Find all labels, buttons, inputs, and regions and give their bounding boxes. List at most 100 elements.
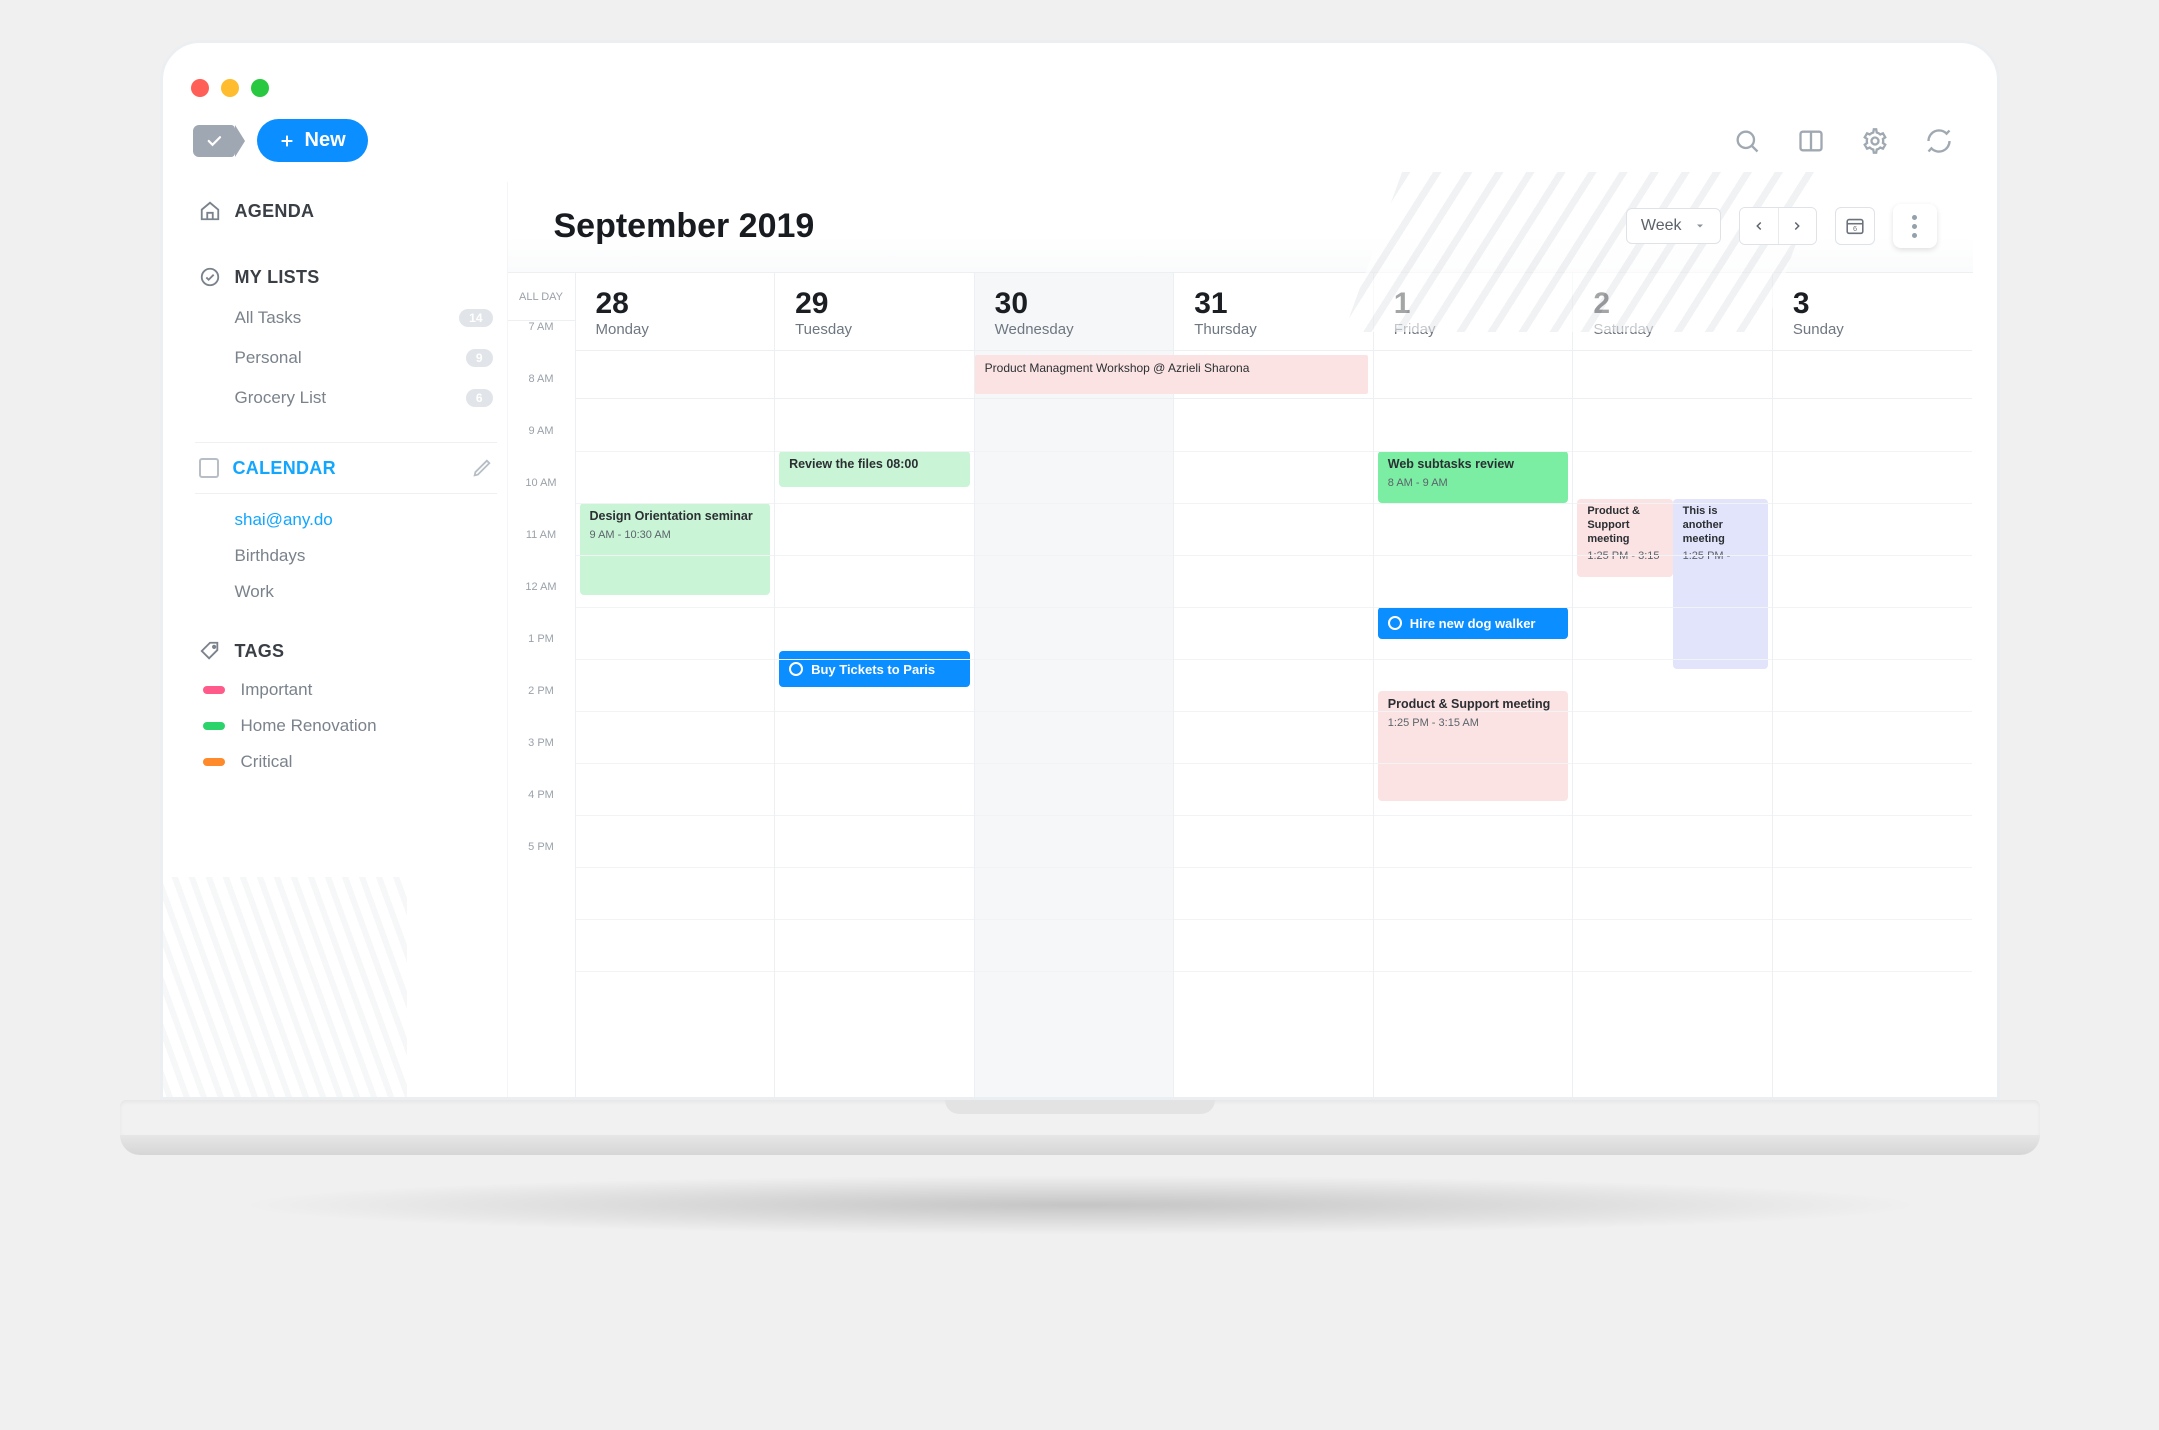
day-body[interactable]: [1773, 399, 1973, 1097]
day-column-wed[interactable]: 30 Wednesday Product Managment Workshop …: [975, 273, 1175, 1097]
day-header: 3 Sunday: [1773, 273, 1973, 351]
task-buy-tickets[interactable]: Buy Tickets to Paris: [779, 651, 970, 687]
kebab-icon: [1912, 215, 1917, 238]
view-selector[interactable]: Week: [1626, 208, 1721, 244]
day-column-tue[interactable]: 29 Tuesday Review the files 08:00: [775, 273, 975, 1097]
day-of-week: Friday: [1394, 321, 1553, 338]
new-button-label: New: [305, 129, 346, 152]
event-title: Web subtasks review: [1388, 457, 1561, 473]
sidebar-item-all-tasks[interactable]: All Tasks 14: [195, 298, 497, 338]
list-count-badge: 6: [466, 389, 493, 407]
sidebar-account[interactable]: shai@any.do: [235, 510, 497, 530]
top-toolbar: New: [187, 113, 1973, 182]
app-logo-icon[interactable]: [193, 125, 235, 157]
maximize-window-button[interactable]: [251, 79, 269, 97]
day-of-week: Saturday: [1593, 321, 1752, 338]
event-title: Design Orientation seminar: [590, 509, 763, 525]
allday-cell[interactable]: [1174, 351, 1373, 399]
day-body[interactable]: Design Orientation seminar 9 AM - 10:30 …: [576, 399, 775, 1097]
event-title: Hire new dog walker: [1410, 616, 1536, 631]
more-options-button[interactable]: [1893, 204, 1937, 248]
allday-cell[interactable]: Product Managment Workshop @ Azrieli Sha…: [975, 351, 1174, 399]
panels-icon[interactable]: [1797, 127, 1825, 155]
time-gutter: ALL DAY 7 AM 8 AM 9 AM 10 AM 11 AM 12 AM…: [508, 273, 576, 1097]
allday-cell[interactable]: [1374, 351, 1573, 399]
event-time: 8 AM - 9 AM: [1388, 477, 1561, 489]
next-week-button[interactable]: [1778, 208, 1816, 244]
event-time: 1:25 PM -: [1683, 550, 1760, 562]
app-window: New AGENDA: [187, 67, 1973, 1097]
sync-icon[interactable]: [1925, 127, 1953, 155]
day-header: 30 Wednesday: [975, 273, 1174, 351]
tag-home-renovation[interactable]: Home Renovation: [195, 708, 497, 744]
sidebar-item-grocery[interactable]: Grocery List 6: [195, 378, 497, 418]
pencil-icon[interactable]: [471, 457, 493, 479]
sidebar-mylists[interactable]: MY LISTS: [195, 256, 497, 298]
sidebar-tags[interactable]: TAGS: [195, 630, 497, 672]
close-window-button[interactable]: [191, 79, 209, 97]
day-column-sat[interactable]: 2 Saturday Product & Support meeting 1:2…: [1573, 273, 1773, 1097]
time-label: 12 AM: [508, 581, 575, 633]
event-time: 1:25 PM - 3:15: [1587, 550, 1664, 562]
day-body[interactable]: Product & Support meeting 1:25 PM - 3:15…: [1573, 399, 1772, 1097]
gear-icon[interactable]: [1861, 127, 1889, 155]
sidebar-mylists-label: MY LISTS: [235, 267, 320, 288]
allday-cell[interactable]: [1573, 351, 1772, 399]
time-label: 4 PM: [508, 789, 575, 841]
day-column-mon[interactable]: 28 Monday Design Orientation seminar 9 A…: [576, 273, 776, 1097]
day-body[interactable]: [975, 399, 1174, 1097]
calendar-grid[interactable]: ALL DAY 7 AM 8 AM 9 AM 10 AM 11 AM 12 AM…: [508, 272, 1973, 1097]
day-body[interactable]: [1174, 399, 1373, 1097]
event-product-support-sat[interactable]: Product & Support meeting 1:25 PM - 3:15: [1577, 499, 1672, 577]
sidebar-calendar[interactable]: CALENDAR: [195, 442, 497, 494]
calendar-header: September 2019 Week: [508, 182, 1973, 272]
tag-important[interactable]: Important: [195, 672, 497, 708]
tag-label: Critical: [241, 752, 293, 772]
sidebar-calendar-birthdays[interactable]: Birthdays: [235, 546, 497, 566]
day-column-thu[interactable]: 31 Thursday: [1174, 273, 1374, 1097]
allday-cell[interactable]: [775, 351, 974, 399]
tag-critical[interactable]: Critical: [195, 744, 497, 780]
event-web-subtasks[interactable]: Web subtasks review 8 AM - 9 AM: [1378, 451, 1569, 503]
view-selector-label: Week: [1641, 217, 1682, 235]
tag-label: Important: [241, 680, 313, 700]
chevron-down-icon: [1694, 220, 1706, 232]
day-number: 3: [1793, 287, 1953, 321]
day-column-sun[interactable]: 3 Sunday: [1773, 273, 1973, 1097]
day-header: 31 Thursday: [1174, 273, 1373, 351]
day-header: 29 Tuesday: [775, 273, 974, 351]
calendar-title: September 2019: [554, 207, 815, 246]
new-button[interactable]: New: [257, 119, 368, 162]
sidebar-agenda[interactable]: AGENDA: [195, 190, 497, 232]
sidebar-agenda-label: AGENDA: [235, 201, 315, 222]
task-dog-walker[interactable]: Hire new dog walker: [1378, 607, 1569, 639]
event-time: 1:25 PM - 3:15 AM: [1388, 717, 1561, 729]
day-column-fri[interactable]: 1 Friday Web subtasks review 8 AM - 9 AM: [1374, 273, 1574, 1097]
time-label: 5 PM: [508, 841, 575, 893]
sidebar-calendar-work[interactable]: Work: [235, 582, 497, 602]
event-time: 9 AM - 10:30 AM: [590, 529, 763, 541]
tag-color-icon: [203, 722, 225, 730]
event-product-support-fri[interactable]: Product & Support meeting 1:25 PM - 3:15…: [1378, 691, 1569, 801]
today-button[interactable]: 6: [1835, 207, 1875, 245]
list-label: Personal: [235, 348, 302, 368]
task-ring-icon: [789, 662, 803, 676]
day-number: 28: [596, 287, 755, 321]
allday-cell[interactable]: [1773, 351, 1973, 399]
check-circle-icon: [199, 266, 221, 288]
list-count-badge: 9: [466, 349, 493, 367]
allday-cell[interactable]: [576, 351, 775, 399]
day-body[interactable]: Web subtasks review 8 AM - 9 AM Hire new…: [1374, 399, 1573, 1097]
sidebar-item-personal[interactable]: Personal 9: [195, 338, 497, 378]
tag-color-icon: [203, 686, 225, 694]
minimize-window-button[interactable]: [221, 79, 239, 97]
event-another-meeting[interactable]: This is another meeting 1:25 PM -: [1673, 499, 1768, 669]
day-body[interactable]: Review the files 08:00 Buy Tickets to Pa…: [775, 399, 974, 1097]
search-icon[interactable]: [1733, 127, 1761, 155]
event-design-seminar[interactable]: Design Orientation seminar 9 AM - 10:30 …: [580, 503, 771, 595]
event-review-files[interactable]: Review the files 08:00: [779, 451, 970, 487]
time-label: 8 AM: [508, 373, 575, 425]
day-of-week: Tuesday: [795, 321, 954, 338]
prev-week-button[interactable]: [1740, 208, 1778, 244]
day-of-week: Wednesday: [995, 321, 1154, 338]
